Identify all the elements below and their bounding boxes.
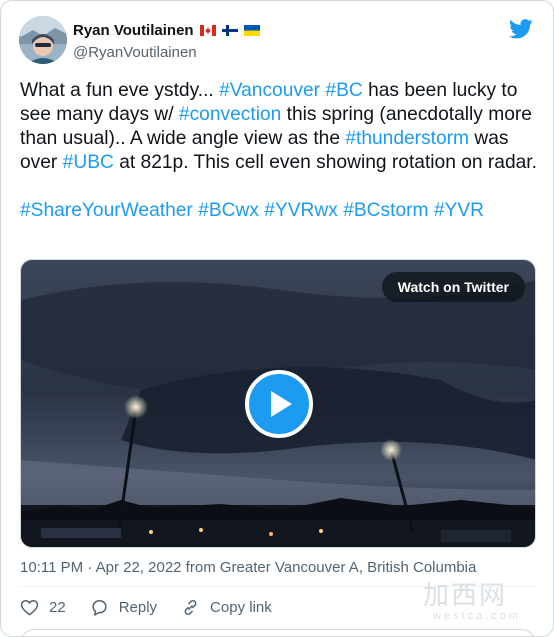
like-button[interactable]: 22	[20, 598, 66, 617]
reply-icon	[92, 600, 107, 616]
hashtag-link[interactable]: #YVRwx	[264, 200, 338, 221]
reply-label: Reply	[118, 599, 158, 616]
hashtag-link[interactable]: #Vancouver	[219, 80, 320, 101]
author-name[interactable]: Ryan Voutilainen	[73, 22, 194, 39]
avatar[interactable]	[19, 16, 67, 64]
tweet-location[interactable]: from Greater Vancouver A, British Columb…	[182, 559, 477, 576]
play-icon	[271, 391, 292, 417]
link-icon	[184, 600, 197, 615]
hashtag-link[interactable]: #ShareYourWeather	[20, 200, 193, 221]
read-replies-button[interactable]	[20, 629, 536, 636]
heart-icon	[20, 600, 39, 616]
finland-flag-icon	[221, 25, 238, 36]
tweet-hashtags: #ShareYourWeather #BCwx #YVRwx #BCstorm …	[20, 199, 540, 223]
hashtag-link[interactable]: #YVR	[434, 200, 484, 221]
hashtag-link[interactable]: #BCstorm	[343, 200, 428, 221]
canada-flag-icon	[199, 25, 216, 36]
tweet-text: What a fun eve ystdy... #Vancouver #BC h…	[20, 79, 540, 223]
copy-link-button[interactable]: Copy link	[181, 598, 272, 617]
tweet-text-segment: What a fun eve ystdy...	[20, 80, 220, 101]
twitter-bird-icon[interactable]	[509, 19, 533, 39]
video-player[interactable]: Watch on Twitter	[20, 259, 536, 548]
meta-separator: ·	[83, 559, 96, 576]
author-handle[interactable]: @RyanVoutilainen	[73, 44, 197, 61]
hashtag-link[interactable]: #convection	[179, 104, 281, 125]
tweet-time[interactable]: 10:11 PM	[20, 559, 83, 576]
hashtag-link[interactable]: #UBC	[63, 152, 114, 173]
like-count: 22	[49, 599, 66, 616]
hashtag-link[interactable]: #BCwx	[198, 200, 259, 221]
copy-link-label: Copy link	[210, 599, 272, 616]
site-watermark: 加西网 westca.com	[423, 575, 531, 622]
watermark-cn: 加西网	[423, 581, 508, 611]
tweet-date[interactable]: Apr 22, 2022	[96, 559, 182, 576]
reply-button[interactable]: Reply	[90, 598, 157, 617]
watermark-en: westca.com	[432, 610, 522, 622]
watch-on-twitter-button[interactable]: Watch on Twitter	[381, 272, 525, 302]
action-bar: 22 Reply Copy link	[20, 598, 296, 617]
tweet-metadata: 10:11 PM · Apr 22, 2022 from Greater Van…	[20, 559, 476, 576]
ukraine-flag-icon	[243, 25, 260, 36]
hashtag-link[interactable]: #thunderstorm	[345, 128, 469, 149]
tweet-paragraph: What a fun eve ystdy... #Vancouver #BC h…	[20, 79, 540, 175]
hashtag-link[interactable]: #BC	[325, 80, 362, 101]
tweet-text-segment: at 821p. This cell even showing rotation…	[113, 152, 537, 173]
play-button[interactable]	[245, 370, 313, 438]
tweet-card: Ryan Voutilainen @RyanVoutilainen What a…	[0, 0, 554, 637]
